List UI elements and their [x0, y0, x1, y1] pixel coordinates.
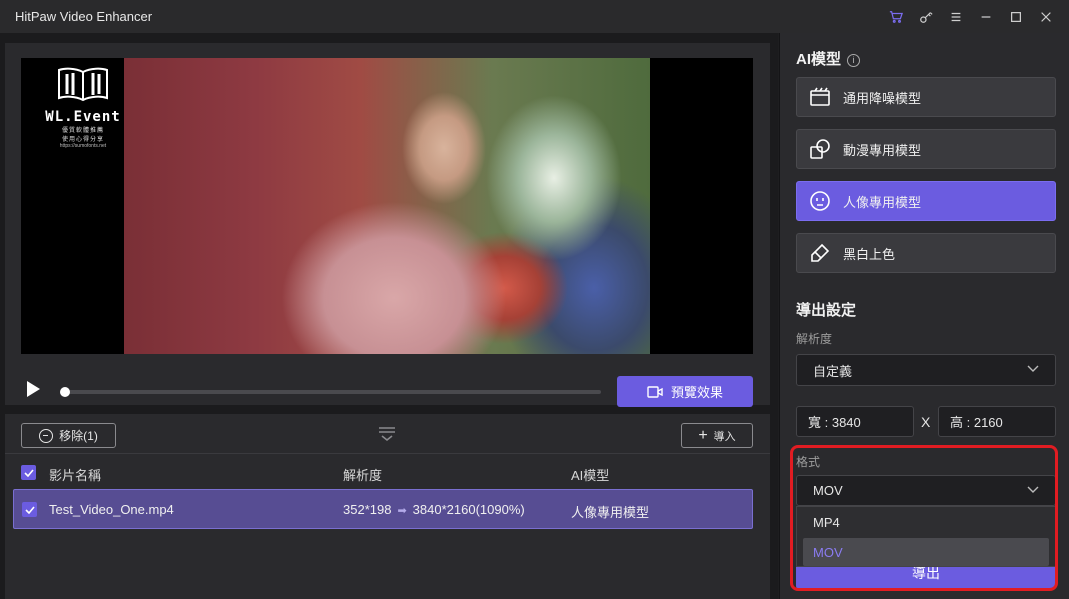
format-value: MOV: [813, 483, 843, 498]
width-value: 寬 : 3840: [808, 415, 861, 430]
file-list-toolbar: 移除(1) + 導入: [5, 414, 770, 454]
model-label-anime: 動漫專用模型: [843, 142, 922, 158]
shapes-icon: [810, 139, 830, 159]
remove-label: 移除(1): [59, 429, 98, 443]
preview-label: 預覽效果: [670, 385, 723, 400]
video-frame: [124, 58, 650, 354]
file-model: 人像專用模型: [571, 505, 650, 520]
file-resolution: 352*198 ➡ 3840*2160(1090%): [343, 502, 525, 517]
model-button-portrait[interactable]: 人像專用模型: [796, 181, 1056, 221]
ai-model-title: AI模型 i: [796, 48, 861, 69]
file-row[interactable]: Test_Video_One.mp4 352*198 ➡ 3840*2160(109…: [13, 489, 753, 529]
progress-bar[interactable]: [60, 387, 601, 397]
remove-button[interactable]: 移除(1): [21, 423, 116, 448]
model-label-denoise: 通用降噪模型: [843, 90, 922, 106]
model-button-colorize[interactable]: 黑白上色: [796, 233, 1056, 273]
import-label: 導入: [713, 430, 736, 443]
resolution-label: 解析度: [796, 332, 833, 346]
import-button[interactable]: + 導入: [681, 423, 753, 448]
settings-panel: AI模型 i 通用降噪模型 動漫專用模型 人像專用模型 黑白上色 導出設定 解析度…: [779, 33, 1069, 599]
format-dropdown: MP4 MOV: [796, 506, 1056, 567]
camera-icon: [647, 385, 663, 398]
preview-button[interactable]: 預覽效果: [617, 376, 753, 407]
title-bar: HitPaw Video Enhancer: [0, 0, 1069, 33]
watermark-logo: WL.Event 優質軟體推薦 使用心得分享 https://sumofonts…: [43, 64, 123, 149]
watermark-name: WL.Event: [45, 109, 121, 125]
face-icon: [810, 191, 830, 211]
model-label-portrait: 人像專用模型: [843, 194, 922, 210]
arrow-right-icon: ➡: [397, 505, 407, 517]
format-select[interactable]: MOV: [796, 475, 1056, 506]
resolution-value: 自定義: [813, 363, 853, 379]
check-icon: [23, 468, 34, 477]
watermark-url: https://sumofonts.net: [59, 143, 107, 149]
file-list-header: 影片名稱 解析度 AI模型: [5, 458, 770, 488]
plus-icon: +: [698, 426, 708, 444]
chevron-down-icon: [1027, 365, 1039, 372]
book-icon: [58, 67, 108, 102]
close-icon[interactable]: [1031, 0, 1061, 33]
main-area: WL.Event 優質軟體推薦 使用心得分享 https://sumofonts…: [0, 33, 778, 599]
watermark-subtitle: 優質軟體推薦: [61, 128, 104, 134]
brush-icon: [811, 243, 830, 262]
height-input[interactable]: 高 : 2160: [938, 406, 1056, 437]
watermark-subtitle-2: 使用心得分享: [61, 137, 104, 143]
ai-model-title-text: AI模型: [796, 51, 842, 68]
model-button-anime[interactable]: 動漫專用模型: [796, 129, 1056, 169]
select-all-checkbox[interactable]: [21, 465, 36, 480]
info-icon[interactable]: i: [847, 54, 861, 67]
video-player: WL.Event 優質軟體推薦 使用心得分享 https://sumofonts…: [5, 43, 770, 407]
model-button-denoise[interactable]: 通用降噪模型: [796, 77, 1056, 117]
model-label-colorize: 黑白上色: [843, 246, 896, 262]
target-resolution: 3840*2160(1090%): [412, 502, 525, 517]
progress-knob[interactable]: [60, 387, 70, 397]
chevron-down-icon: [1027, 486, 1039, 493]
format-label: 格式: [796, 455, 821, 469]
menu-icon[interactable]: [941, 0, 971, 33]
film-icon: [810, 87, 830, 106]
play-icon[interactable]: [25, 380, 41, 398]
key-icon[interactable]: [911, 0, 941, 33]
dimension-separator: X: [921, 414, 931, 430]
check-icon: [24, 505, 35, 514]
cart-icon[interactable]: [881, 0, 911, 33]
export-settings-title: 導出設定: [796, 302, 857, 319]
header-resolution[interactable]: 解析度: [343, 465, 382, 484]
source-resolution: 352*198: [343, 502, 392, 517]
file-name: Test_Video_One.mp4: [49, 502, 174, 517]
header-name[interactable]: 影片名稱: [49, 465, 101, 484]
height-value: 高 : 2160: [950, 415, 1003, 430]
resolution-select[interactable]: 自定義: [796, 354, 1056, 386]
header-model[interactable]: AI模型: [571, 465, 609, 484]
file-list-panel: 移除(1) + 導入 影片名稱 解析度 AI模型 Test_Video_One.…: [5, 414, 770, 599]
maximize-icon[interactable]: [1001, 0, 1031, 33]
window-controls: [881, 0, 1061, 33]
app-title: HitPaw Video Enhancer: [15, 9, 153, 24]
collapse-handle-icon[interactable]: [377, 426, 397, 442]
minimize-icon[interactable]: [971, 0, 1001, 33]
row-checkbox[interactable]: [22, 502, 37, 517]
video-viewport: WL.Event 優質軟體推薦 使用心得分享 https://sumofonts…: [21, 58, 753, 354]
format-option-mov[interactable]: MOV: [803, 538, 1049, 566]
width-input[interactable]: 寬 : 3840: [796, 406, 914, 437]
format-option-mp4[interactable]: MP4: [797, 508, 1055, 536]
minus-circle-icon: [39, 428, 54, 443]
